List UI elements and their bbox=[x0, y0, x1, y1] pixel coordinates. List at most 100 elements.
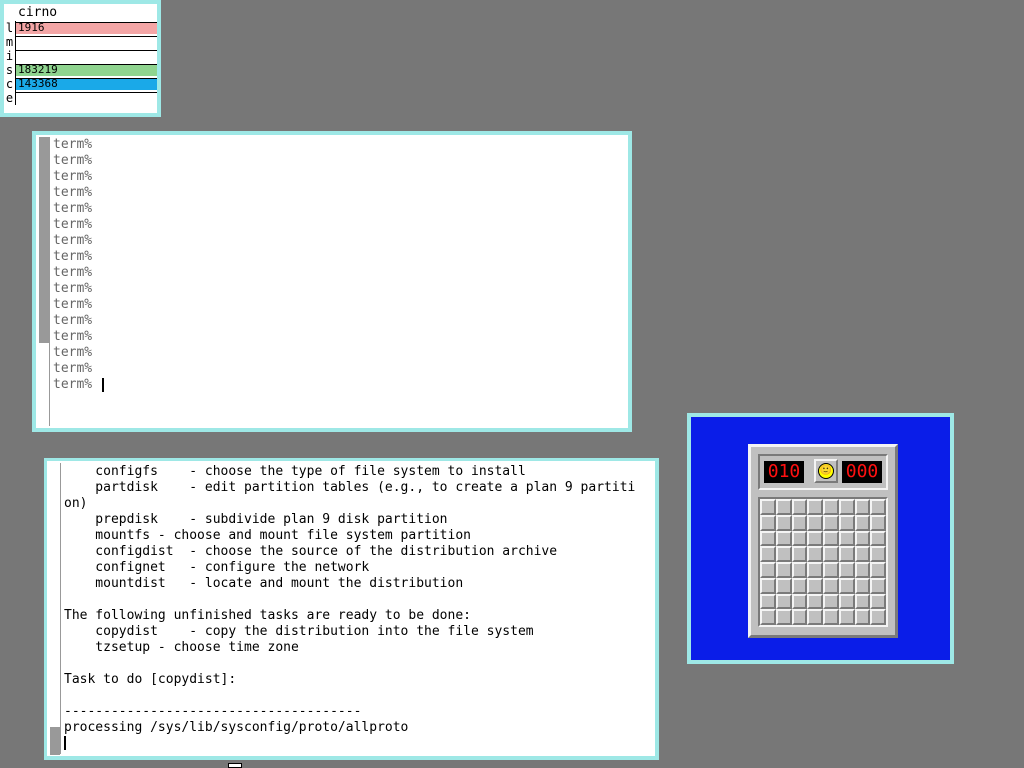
mine-cell[interactable] bbox=[823, 546, 839, 562]
mine-cell[interactable] bbox=[760, 499, 776, 515]
mine-cell[interactable] bbox=[838, 609, 855, 625]
mine-cell[interactable] bbox=[807, 593, 823, 610]
mine-cell[interactable] bbox=[854, 577, 871, 594]
mine-cell[interactable] bbox=[807, 499, 823, 515]
terminal-output[interactable]: term% term% term% term% term% term% term% term%… bbox=[53, 137, 104, 393]
scroll-thumb[interactable] bbox=[39, 137, 49, 343]
scroll-thumb[interactable] bbox=[50, 727, 60, 755]
mine-cell[interactable] bbox=[838, 514, 855, 531]
terminal-prompt-line: term% bbox=[53, 249, 93, 264]
mine-cell[interactable] bbox=[854, 546, 871, 562]
mine-cell[interactable] bbox=[760, 514, 776, 531]
mine-cell[interactable] bbox=[823, 562, 839, 578]
mine-cell[interactable] bbox=[870, 546, 886, 562]
terminal-prompt-line: term% bbox=[53, 201, 93, 216]
mine-cell[interactable] bbox=[807, 530, 823, 547]
terminal-window-bottom[interactable]: configfs - choose the type of file syste… bbox=[44, 458, 659, 760]
mine-cell[interactable] bbox=[775, 577, 792, 594]
mine-cell[interactable] bbox=[854, 593, 871, 610]
mine-cell[interactable] bbox=[791, 530, 808, 547]
mine-cell[interactable] bbox=[854, 530, 871, 547]
mine-cell[interactable] bbox=[838, 530, 855, 547]
mine-cell[interactable] bbox=[870, 577, 886, 594]
mine-cell[interactable] bbox=[838, 562, 855, 578]
stat-label: s bbox=[4, 63, 16, 77]
mine-cell[interactable] bbox=[760, 546, 776, 562]
terminal-prompt-line: term% bbox=[53, 297, 93, 312]
mine-cell[interactable] bbox=[870, 530, 886, 547]
mine-cell[interactable] bbox=[854, 514, 871, 531]
mine-cell[interactable] bbox=[760, 593, 776, 610]
mine-cell[interactable] bbox=[791, 562, 808, 578]
mine-cell[interactable] bbox=[823, 609, 839, 625]
mine-cell[interactable] bbox=[823, 514, 839, 531]
mine-cell[interactable] bbox=[775, 499, 792, 515]
terminal-input-line[interactable] bbox=[64, 736, 635, 752]
mine-cell[interactable] bbox=[823, 530, 839, 547]
mine-cell[interactable] bbox=[823, 499, 839, 515]
mine-cell[interactable] bbox=[838, 546, 855, 562]
mine-cell[interactable] bbox=[760, 609, 776, 625]
mine-cell[interactable] bbox=[775, 609, 792, 625]
mine-cell[interactable] bbox=[807, 546, 823, 562]
mine-cell[interactable] bbox=[870, 609, 886, 625]
stats-window[interactable]: cirno l 1916 m i s 183219 c 143368 e bbox=[0, 0, 161, 117]
text-cursor bbox=[102, 378, 104, 392]
mine-cell[interactable] bbox=[760, 562, 776, 578]
mine-cell[interactable] bbox=[854, 609, 871, 625]
mine-cell[interactable] bbox=[823, 593, 839, 610]
scrollbar[interactable] bbox=[49, 463, 61, 755]
mine-cell[interactable] bbox=[775, 562, 792, 578]
mine-cell[interactable] bbox=[807, 514, 823, 531]
stat-row-m: m bbox=[4, 35, 157, 49]
terminal-output-line: mountdist - locate and mount the distrib… bbox=[64, 576, 464, 591]
smiley-icon: 🙂 bbox=[818, 463, 834, 479]
mine-cell[interactable] bbox=[854, 499, 871, 515]
mine-cell[interactable] bbox=[807, 609, 823, 625]
mine-cell[interactable] bbox=[775, 546, 792, 562]
minesweeper-window[interactable]: 010 🙂 000 bbox=[687, 413, 954, 664]
mine-cell[interactable] bbox=[838, 593, 855, 610]
mine-cell[interactable] bbox=[760, 577, 776, 594]
terminal-prompt-line: term% bbox=[53, 153, 93, 168]
mine-cell[interactable] bbox=[791, 593, 808, 610]
terminal-prompt-line: term% bbox=[53, 361, 93, 376]
mine-cell[interactable] bbox=[760, 530, 776, 547]
terminal-prompt-line: term% bbox=[53, 329, 93, 344]
mine-cell[interactable] bbox=[823, 577, 839, 594]
stat-graph bbox=[16, 36, 157, 48]
mine-grid bbox=[758, 497, 888, 627]
mine-cell[interactable] bbox=[791, 577, 808, 594]
mine-cell[interactable] bbox=[870, 514, 886, 531]
mine-cell[interactable] bbox=[870, 593, 886, 610]
mine-cell[interactable] bbox=[870, 562, 886, 578]
scrollbar[interactable] bbox=[38, 137, 50, 426]
terminal-output[interactable]: configfs - choose the type of file syste… bbox=[64, 464, 635, 752]
mine-cell[interactable] bbox=[854, 562, 871, 578]
minesweeper-board: 010 🙂 000 bbox=[748, 444, 898, 638]
terminal-prompt-line: term% bbox=[53, 281, 93, 296]
stats-hostname: cirno bbox=[18, 5, 58, 20]
mine-cell[interactable] bbox=[791, 514, 808, 531]
stat-value: 1916 bbox=[18, 22, 45, 34]
mine-cell[interactable] bbox=[807, 562, 823, 578]
mine-cell[interactable] bbox=[838, 577, 855, 594]
reset-button[interactable]: 🙂 bbox=[814, 459, 838, 483]
mine-cell[interactable] bbox=[791, 499, 808, 515]
mine-cell[interactable] bbox=[838, 499, 855, 515]
mine-cell[interactable] bbox=[775, 593, 792, 610]
mine-cell[interactable] bbox=[870, 499, 886, 515]
terminal-output-line: processing /sys/lib/sysconfig/proto/allp… bbox=[64, 720, 409, 735]
mine-cell[interactable] bbox=[775, 514, 792, 531]
mine-cell[interactable] bbox=[791, 546, 808, 562]
mine-cell[interactable] bbox=[775, 530, 792, 547]
mine-cell[interactable] bbox=[791, 609, 808, 625]
mine-counter: 010 bbox=[764, 461, 804, 483]
terminal-prompt-line: term% bbox=[53, 169, 93, 184]
mine-cell[interactable] bbox=[807, 577, 823, 594]
terminal-window-top[interactable]: term% term% term% term% term% term% term% term%… bbox=[32, 131, 632, 432]
terminal-output-line: confignet - configure the network bbox=[64, 560, 370, 575]
stat-graph: 1916 bbox=[16, 22, 157, 34]
